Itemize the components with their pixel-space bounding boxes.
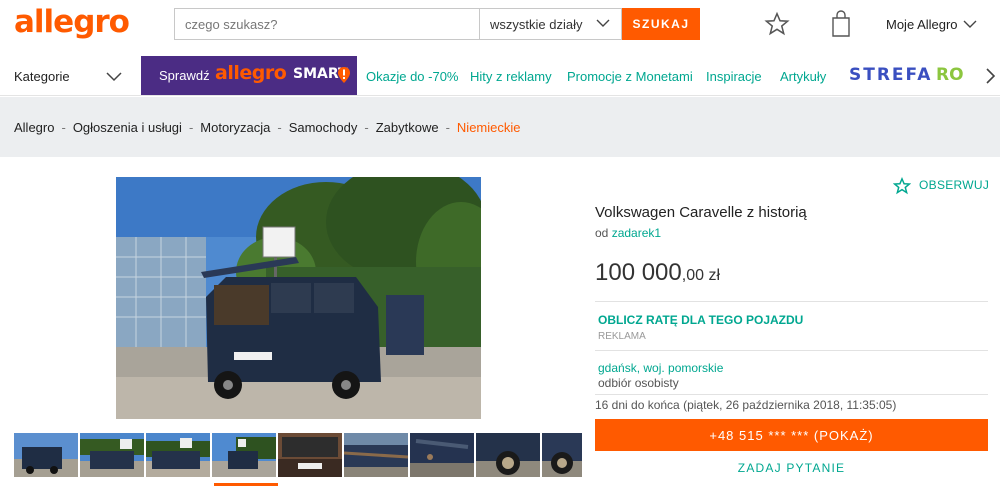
department-select-value: wszystkie działy xyxy=(490,17,583,32)
thumbnail[interactable] xyxy=(278,433,342,477)
offer-price: 100 000,00 zł xyxy=(595,259,720,287)
thumbnail[interactable] xyxy=(344,433,408,477)
breadcrumb-item[interactable]: Zabytkowe xyxy=(376,120,439,135)
star-icon[interactable] xyxy=(893,177,911,195)
calculate-installment-link[interactable]: OBLICZ RATĘ DLA TEGO POJAZDU xyxy=(598,313,803,327)
cart-bag-icon[interactable] xyxy=(830,10,852,38)
breadcrumb-item[interactable]: Samochody xyxy=(289,120,358,135)
price-fraction: ,00 zł xyxy=(681,267,721,284)
search-button[interactable]: SZUKAJ xyxy=(622,8,700,40)
allegro-smart-banner[interactable]: Sprawdź allegro SMART xyxy=(141,56,357,95)
breadcrumb-bar: Allegro - Ogłoszenia i usługi - Motoryzacja -… xyxy=(0,97,1000,157)
watch-button[interactable]: OBSERWUJ xyxy=(919,178,989,192)
smart-banner-prefix: Sprawdź xyxy=(159,68,210,83)
nav-link-articles[interactable]: Artykuły xyxy=(780,69,826,84)
nav-link-deals[interactable]: Okazje do -70% xyxy=(366,69,459,84)
chevron-down-icon[interactable] xyxy=(105,67,123,85)
breadcrumb-current[interactable]: Niemieckie xyxy=(457,120,521,135)
breadcrumb-item[interactable]: Motoryzacja xyxy=(200,120,270,135)
seller-prefix: od xyxy=(595,226,609,240)
active-thumbnail-indicator xyxy=(214,483,278,486)
star-icon[interactable] xyxy=(764,11,790,37)
thumbnail[interactable] xyxy=(146,433,210,477)
seller-line: od zadarek1 xyxy=(595,226,661,240)
categories-menu[interactable]: Kategorie xyxy=(14,69,70,84)
thumbnail[interactable] xyxy=(80,433,144,477)
nav-link-cut-off[interactable]: RO xyxy=(936,65,976,85)
chevron-down-icon xyxy=(596,19,610,27)
divider xyxy=(595,350,988,351)
navigation-bar: Kategorie Sprawdź allegro SMART Okazje d… xyxy=(0,54,1000,96)
allegro-logo[interactable]: allegro xyxy=(14,4,130,40)
thumbnail-active[interactable] xyxy=(212,433,276,477)
show-phone-button[interactable]: +48 515 *** *** (POKAŻ) xyxy=(595,419,988,451)
pickup-info: odbiór osobisty xyxy=(598,376,679,390)
van-photo xyxy=(116,177,481,419)
thumbnail[interactable] xyxy=(410,433,474,477)
smart-badge-icon xyxy=(338,67,350,83)
chevron-down-icon[interactable] xyxy=(962,16,978,32)
thumbnail[interactable] xyxy=(14,433,78,477)
nav-link-strefa[interactable]: STREFA xyxy=(849,65,932,85)
divider xyxy=(595,394,988,395)
breadcrumb-item[interactable]: Ogłoszenia i usługi xyxy=(73,120,182,135)
main-offer-image[interactable] xyxy=(116,177,481,419)
thumbnail[interactable] xyxy=(542,433,582,477)
nav-link-coin-promos[interactable]: Promocje z Monetami xyxy=(567,69,693,84)
nav-link-inspirations[interactable]: Inspiracje xyxy=(706,69,762,84)
nav-link-ad-hits[interactable]: Hity z reklamy xyxy=(470,69,552,84)
ad-label: REKLAMA xyxy=(598,331,646,342)
offer-title: Volkswagen Caravelle z historią xyxy=(595,204,807,221)
smart-banner-logo: allegro xyxy=(215,62,287,84)
my-allegro-menu[interactable]: Moje Allegro xyxy=(886,17,958,32)
top-header: allegro czego szukasz? wszystkie działy … xyxy=(0,0,1000,50)
divider xyxy=(595,301,988,302)
thumbnail[interactable] xyxy=(476,433,540,477)
breadcrumb: Allegro - Ogłoszenia i usługi - Motoryzacja -… xyxy=(14,120,521,135)
location-link[interactable]: gdańsk, woj. pomorskie xyxy=(598,361,723,375)
thumbnail-strip xyxy=(14,433,582,477)
breadcrumb-item[interactable]: Allegro xyxy=(14,120,54,135)
price-main: 100 000 xyxy=(595,259,682,286)
seller-link[interactable]: zadarek1 xyxy=(612,226,661,240)
time-remaining: 16 dni do końca (piątek, 26 października… xyxy=(595,398,897,412)
chevron-right-icon[interactable] xyxy=(983,66,997,86)
search-input[interactable]: czego szukasz? xyxy=(174,8,480,40)
ask-question-button[interactable]: ZADAJ PYTANIE xyxy=(595,461,988,475)
department-select[interactable]: wszystkie działy xyxy=(480,8,622,40)
